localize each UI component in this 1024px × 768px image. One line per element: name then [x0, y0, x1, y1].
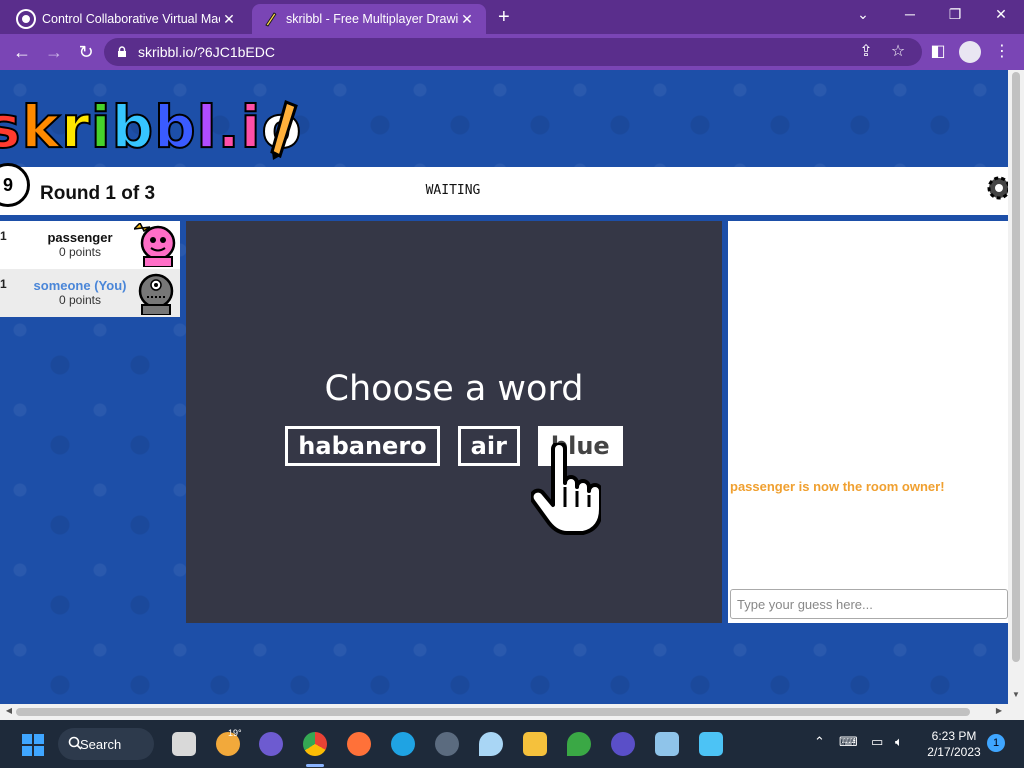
tab-skribbl[interactable]: skribbl - Free Multiplayer Drawin ✕: [252, 4, 486, 34]
chart-app-icon[interactable]: [655, 732, 679, 756]
scroll-thumb[interactable]: [16, 708, 970, 716]
file-explorer-icon[interactable]: [523, 732, 547, 756]
profile-avatar[interactable]: [959, 41, 981, 63]
network-icon[interactable]: ▭: [871, 734, 883, 750]
restore-button[interactable]: ❐: [940, 6, 970, 23]
tab-title: skribbl - Free Multiplayer Drawin: [286, 12, 458, 26]
minimize-button[interactable]: ─: [895, 6, 925, 22]
scroll-thumb[interactable]: [1012, 72, 1020, 662]
weather-temperature: 19°: [228, 728, 242, 738]
url-text: skribbl.io/?6JC1bEDC: [138, 44, 275, 60]
settings-icon[interactable]: [435, 732, 459, 756]
skribbl-page: skribbl.io 9 Round 1 of 3 WAITING 1 pass…: [0, 70, 1008, 704]
player-rank: 1: [0, 229, 7, 243]
player-rank: 1: [0, 277, 7, 291]
address-bar[interactable]: skribbl.io/?6JC1bEDC: [104, 38, 922, 66]
settings-gear-icon[interactable]: [984, 173, 1008, 203]
back-button[interactable]: ←: [10, 41, 34, 63]
teams-chat-icon[interactable]: [259, 732, 283, 756]
notification-badge[interactable]: 1: [987, 734, 1005, 752]
player-row[interactable]: 1 passenger 0 points: [0, 221, 180, 269]
windows-taskbar: Search 19° ⌃ ⌨ ▭ 🔈︎ 6:23 PM 2/17/2023 1: [0, 720, 1024, 768]
taskbar-search-button[interactable]: Search: [58, 728, 154, 760]
task-view-icon[interactable]: [172, 732, 196, 756]
player-points: 0 points: [58, 293, 102, 307]
windows-start-icon[interactable]: [22, 734, 44, 756]
hand-pointer-cursor-icon: [531, 443, 601, 535]
clock-date: 2/17/2023: [927, 745, 981, 759]
keyboard-icon[interactable]: ⌨: [839, 734, 858, 750]
system-clock[interactable]: 6:23 PM 2/17/2023: [922, 728, 986, 760]
word-choice-button[interactable]: habanero: [285, 426, 440, 466]
pencil-icon: [270, 100, 298, 160]
firefox-icon[interactable]: [347, 732, 371, 756]
search-label: Search: [80, 736, 122, 752]
drawing-canvas[interactable]: Choose a word habanero air blue: [186, 221, 722, 623]
search-icon: [68, 736, 82, 750]
chat-panel: passenger is now the room owner!: [728, 221, 1008, 623]
side-panel-icon[interactable]: ◧: [928, 43, 948, 61]
word-choices: habanero air blue: [186, 426, 722, 466]
bookmark-star-icon[interactable]: ☆: [888, 43, 908, 61]
game-header: 9 Round 1 of 3 WAITING: [0, 163, 1008, 215]
chrome-icon[interactable]: [303, 732, 327, 756]
tab-title: Control Collaborative Virtual Mac: [42, 12, 220, 26]
player-points: 0 points: [58, 245, 102, 259]
clock-time: 6:23 PM: [931, 729, 977, 743]
choose-word-title: Choose a word: [324, 369, 584, 409]
show-hidden-icons-icon[interactable]: ⌃: [814, 734, 825, 750]
share-icon[interactable]: ⇪: [856, 43, 876, 61]
chat-message: passenger is now the room owner!: [730, 479, 945, 494]
edge-icon[interactable]: [391, 732, 415, 756]
active-app-indicator: [306, 764, 324, 767]
volume-icon[interactable]: 🔈︎: [895, 734, 903, 750]
remote-desktop-icon[interactable]: [699, 732, 723, 756]
player-avatar-gray: [138, 273, 174, 315]
close-tab-icon[interactable]: ✕: [458, 11, 476, 28]
word-choice-button[interactable]: air: [457, 426, 520, 466]
skribbl-pencil-icon: [265, 12, 277, 27]
game-status: WAITING: [425, 183, 481, 198]
toolbar: ← → ↻ skribbl.io/?6JC1bEDC ⇪ ☆ ◧ ⋮: [0, 34, 1024, 70]
new-tab-button[interactable]: +: [498, 7, 510, 27]
droplet-app-icon[interactable]: [479, 732, 503, 756]
player-list: 1 passenger 0 points 1 someone (You) 0 p…: [0, 221, 180, 317]
menu-kebab-icon[interactable]: ⋮: [992, 43, 1012, 61]
guess-input[interactable]: [730, 589, 1008, 619]
tab-control-collaborative[interactable]: Control Collaborative Virtual Mac ✕: [8, 4, 248, 34]
tab-search-icon[interactable]: ⌄: [848, 6, 878, 23]
player-row-you[interactable]: 1 someone (You) 0 points: [0, 269, 180, 317]
player-avatar-pink: [134, 223, 176, 267]
forward-button[interactable]: →: [42, 41, 66, 63]
player-name: someone (You): [33, 278, 127, 293]
chrome-tab-icon: [18, 11, 34, 27]
player-name: passenger: [47, 230, 113, 245]
vertical-scrollbar[interactable]: ▲ ▼: [1008, 70, 1024, 704]
close-window-button[interactable]: ✕: [986, 6, 1016, 23]
close-tab-icon[interactable]: ✕: [220, 11, 238, 28]
lock-icon: [118, 46, 126, 57]
skribbl-logo: skribbl.io: [0, 92, 302, 162]
reload-button[interactable]: ↻: [74, 41, 98, 63]
tab-strip: Control Collaborative Virtual Mac ✕ skri…: [0, 0, 1024, 34]
green-droplet-app-icon[interactable]: [567, 732, 591, 756]
horizontal-scrollbar[interactable]: ◀ ▶: [0, 704, 1024, 720]
virus-app-icon[interactable]: [611, 732, 635, 756]
